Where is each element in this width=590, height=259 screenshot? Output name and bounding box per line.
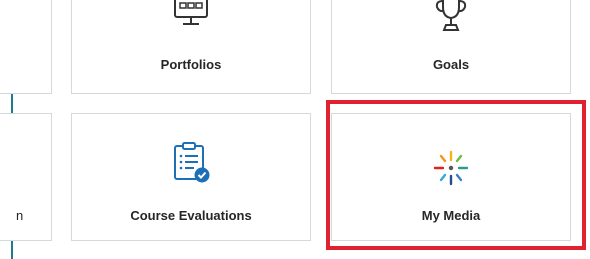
tile-label-partial: n [16,208,24,223]
tile-partial-top[interactable] [0,0,52,94]
tile-portfolios[interactable]: Portfolios [71,0,311,94]
highlight-box [326,100,586,250]
tile-partial-bottom[interactable] [0,113,52,241]
trophy-icon [431,0,471,40]
tile-label-goals: Goals [432,57,470,72]
clipboard-check-icon [169,141,213,190]
tile-label-portfolios: Portfolios [160,57,222,72]
tile-goals[interactable]: Goals [331,0,571,94]
tile-course-evaluations[interactable]: Course Evaluations [71,113,311,241]
tool-grid: Portfolios Goals n Course Evaluations My… [0,0,590,259]
tile-label-course-evaluations: Course Evaluations [130,208,252,223]
portfolio-presentation-icon [171,0,211,38]
